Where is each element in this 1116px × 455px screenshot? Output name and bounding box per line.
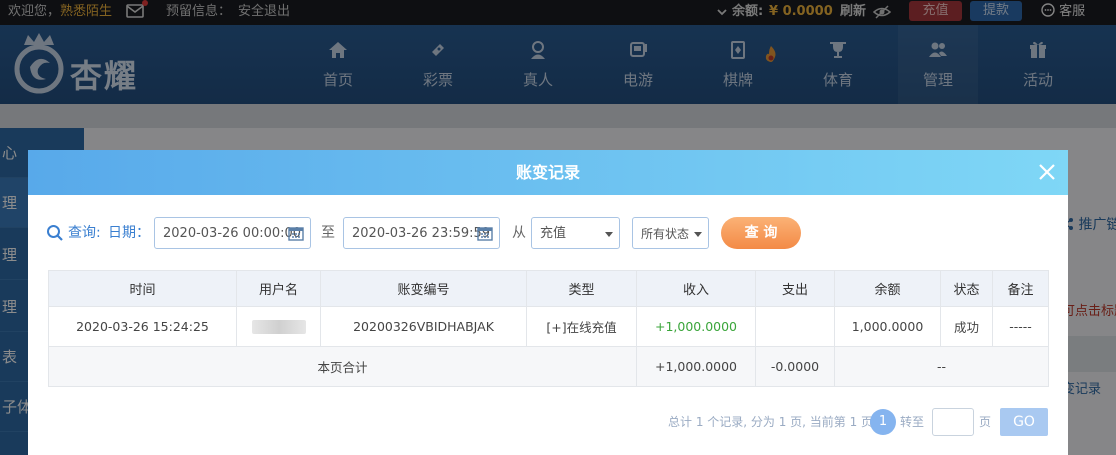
close-icon[interactable] [1037,162,1057,182]
transaction-type-value: 充值 [540,226,567,241]
page-unit-label: 页 [979,415,992,429]
current-page-indicator[interactable]: 1 [870,409,896,435]
start-date-value: 2020-03-26 00:00:00 [163,226,302,241]
transaction-type-select[interactable]: 充值 [531,217,620,249]
query-button[interactable]: 查 询 [721,217,801,249]
cell-income: +1,000.0000 [636,306,756,347]
cell-time: 2020-03-26 15:24:25 [48,306,237,347]
status-select[interactable]: 所有状态 [632,217,709,249]
page-total-label: 本页合计 [48,346,637,387]
cell-status: 成功 [940,306,993,347]
column-header: 用户名 [236,270,321,307]
end-date-input[interactable]: 2020-03-26 23:59:59 [343,217,500,249]
calendar-icon[interactable] [288,225,304,241]
caret-down-icon [605,232,613,237]
cell-balance: 1,000.0000 [834,306,941,347]
page-total-balance: -- [834,346,1049,387]
page-total-row: 本页合计 +1,000.0000 -0.0000 -- [48,346,1049,387]
column-header: 类型 [526,270,637,307]
page-total-income: +1,000.0000 [636,346,756,387]
cell-order-no: 20200326VBIDHABJAK [320,306,527,347]
column-header: 收入 [636,270,756,307]
table-header-row: 时间 用户名 账变编号 类型 收入 支出 余额 状态 备注 [48,270,1049,307]
masked-username [251,320,306,335]
modal-title: 账变记录 [515,163,580,182]
column-header: 状态 [940,270,993,307]
goto-page-input[interactable] [932,408,974,436]
column-header: 账变编号 [320,270,527,307]
search-icon [46,223,64,241]
column-header: 时间 [48,270,237,307]
column-header: 余额 [834,270,941,307]
goto-label: 转至 [900,415,925,429]
calendar-icon[interactable] [477,225,493,241]
page-total-expense: -0.0000 [755,346,835,387]
cell-remark: ----- [992,306,1049,347]
transaction-table: 时间 用户名 账变编号 类型 收入 支出 余额 状态 备注 2020-03-26… [48,270,1049,387]
transaction-record-modal: 账变记录 查询: 日期： 2020-03-26 00:00:00 至 2020-… [28,150,1068,455]
column-header: 备注 [992,270,1049,307]
modal-header: 账变记录 [28,150,1068,195]
from-label: 从 [512,225,526,241]
table-row: 2020-03-26 15:24:25 20200326VBIDHABJAK [… [48,306,1049,347]
caret-down-icon [694,232,702,237]
column-header: 支出 [755,270,835,307]
pagination-summary: 总计 1 个记录, 分为 1 页, 当前第 1 页 [668,415,874,429]
cell-username [236,306,321,347]
date-label: 日期： [108,225,150,241]
cell-expense [755,306,835,347]
query-label: 查询: [68,225,101,241]
go-button[interactable]: GO [1000,408,1048,436]
cell-type: [+]在线充值 [526,306,637,347]
start-date-input[interactable]: 2020-03-26 00:00:00 [154,217,311,249]
end-date-value: 2020-03-26 23:59:59 [352,226,491,241]
date-range-separator: 至 [321,225,335,241]
status-value: 所有状态 [641,227,690,241]
